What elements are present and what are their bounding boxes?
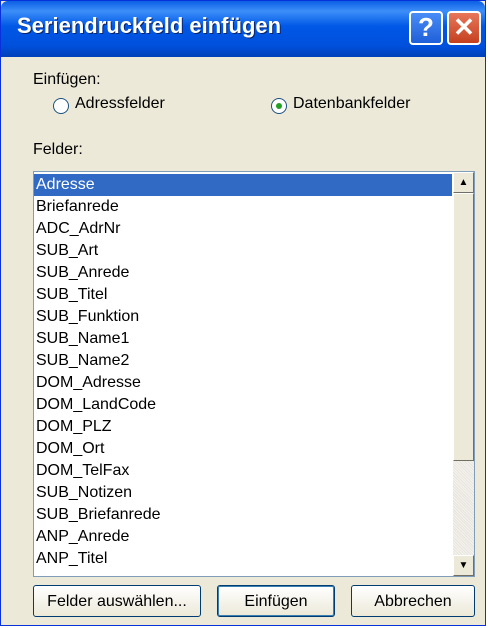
list-item[interactable]: ADC_AdrNr [34,218,452,240]
close-button[interactable]: ✕ [447,11,481,45]
list-item[interactable]: ANP_Anrede [34,526,452,548]
select-fields-button[interactable]: Felder auswählen... [33,585,201,617]
scroll-thumb[interactable] [453,193,474,461]
list-item[interactable]: SUB_Notizen [34,482,452,504]
scroll-up-button[interactable]: ▲ [453,172,474,193]
list-item[interactable]: SUB_Titel [34,284,452,306]
list-item[interactable]: SUB_Name1 [34,328,452,350]
list-item[interactable]: SUB_Briefanrede [34,504,452,526]
address-fields-label[interactable]: Adressfelder [75,95,165,113]
fields-label: Felder: [33,141,83,158]
scroll-down-button[interactable]: ▼ [453,555,474,576]
database-fields-radio[interactable] [271,98,287,114]
vertical-scrollbar[interactable]: ▲ ▼ [453,172,474,576]
address-fields-radio[interactable] [53,98,69,114]
list-item[interactable]: Adresse [34,174,452,196]
question-mark-icon: ? [418,12,434,42]
insert-group-label: Einfügen: [33,71,101,88]
list-item[interactable]: DOM_LandCode [34,394,452,416]
list-item[interactable]: DOM_PLZ [34,416,452,438]
list-item[interactable]: Briefanrede [34,196,452,218]
fields-list: Adresse Briefanrede ADC_AdrNr SUB_Art SUB_An… [34,174,452,570]
list-item[interactable]: DOM_Adresse [34,372,452,394]
window-title: Seriendruckfeld einfügen [17,13,282,38]
list-item[interactable]: DOM_Ort [34,438,452,460]
insert-button[interactable]: Einfügen [217,585,335,617]
list-item[interactable]: SUB_Name2 [34,350,452,372]
help-button[interactable]: ? [409,11,443,45]
list-item[interactable]: SUB_Funktion [34,306,452,328]
list-item[interactable]: DOM_TelFax [34,460,452,482]
title-bar[interactable]: Seriendruckfeld einfügen ? ✕ [1,1,485,57]
insert-merge-field-dialog: Seriendruckfeld einfügen ? ✕ Einfügen: A… [0,0,486,626]
close-icon: ✕ [453,12,475,42]
list-item[interactable]: SUB_Anrede [34,262,452,284]
database-fields-label[interactable]: Datenbankfelder [293,95,410,113]
arrow-down-icon: ▼ [458,560,469,571]
fields-listbox[interactable]: Adresse Briefanrede ADC_AdrNr SUB_Art SUB_An… [33,171,475,577]
list-item[interactable]: ANP_Titel [34,548,452,570]
cancel-button[interactable]: Abbrechen [351,585,475,617]
list-item[interactable]: SUB_Art [34,240,452,262]
arrow-up-icon: ▲ [458,177,469,188]
